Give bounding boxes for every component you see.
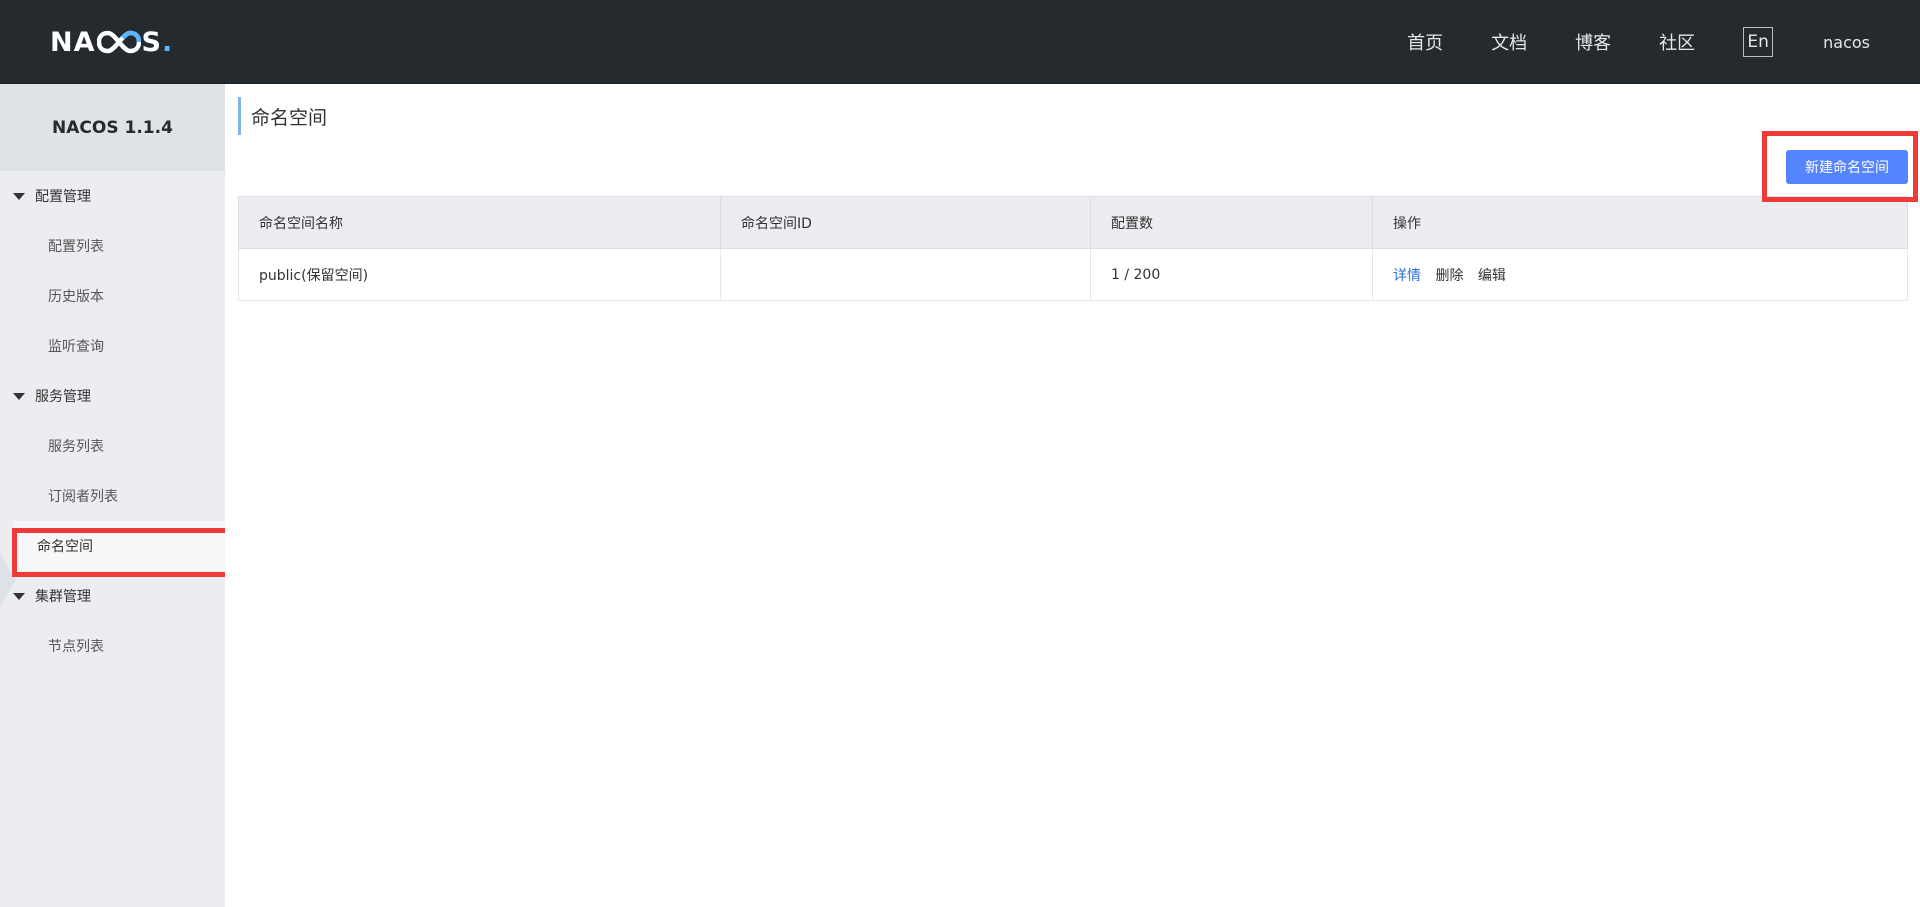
namespace-table: 命名空间名称 命名空间ID 配置数 操作 public(保留空间) 1 / 20… [238, 196, 1908, 301]
sidebar-version-title: NACOS 1.1.4 [0, 84, 225, 171]
language-switch-button[interactable]: En [1743, 27, 1774, 57]
table-row: public(保留空间) 1 / 200 详情 删除 编辑 [238, 248, 1908, 301]
sidebar-group-label: 服务管理 [35, 389, 91, 405]
logo-dot: . [161, 26, 174, 58]
nav-home[interactable]: 首页 [1407, 29, 1443, 55]
logo-text-right: S [141, 26, 162, 58]
sidebar: NACOS 1.1.4 配置管理 配置列表 历史版本 监听查询 服务管理 服务列… [0, 84, 225, 907]
cell-namespace-name: public(保留空间) [238, 248, 721, 301]
edit-link[interactable]: 编辑 [1478, 268, 1506, 284]
nav-docs[interactable]: 文档 [1491, 29, 1527, 55]
top-nav: 首页 文档 博客 社区 En nacos [1407, 0, 1920, 84]
cell-namespace-id [720, 248, 1091, 301]
detail-link[interactable]: 详情 [1393, 268, 1421, 284]
sidebar-item-subscriber-list[interactable]: 订阅者列表 [0, 471, 225, 521]
logo-infinity-icon [96, 30, 141, 54]
nav-community[interactable]: 社区 [1659, 29, 1695, 55]
column-header-id: 命名空间ID [720, 196, 1091, 249]
sidebar-item-config-list[interactable]: 配置列表 [0, 221, 225, 271]
table-header-row: 命名空间名称 命名空间ID 配置数 操作 [238, 196, 1908, 249]
column-header-name: 命名空间名称 [238, 196, 721, 249]
top-header: NA S . 首页 文档 博客 社区 En nacos [0, 0, 1920, 84]
page-title: 命名空间 [238, 97, 327, 135]
sidebar-group-config-management[interactable]: 配置管理 [0, 171, 225, 221]
sidebar-group-cluster-management[interactable]: 集群管理 [0, 571, 225, 621]
highlight-box-namespace-menu [12, 528, 255, 577]
cell-operations: 详情 删除 编辑 [1372, 248, 1908, 301]
delete-link[interactable]: 删除 [1435, 268, 1463, 284]
sidebar-group-service-management[interactable]: 服务管理 [0, 371, 225, 421]
sidebar-item-listener-query[interactable]: 监听查询 [0, 321, 225, 371]
column-header-config-count: 配置数 [1090, 196, 1373, 249]
caret-down-icon [13, 392, 25, 400]
logo-text-left: NA [50, 26, 96, 58]
cell-config-count: 1 / 200 [1090, 248, 1373, 301]
highlight-box-create-button [1762, 131, 1918, 202]
main-content: 命名空间 新建命名空间 命名空间名称 命名空间ID 配置数 操作 public(… [225, 84, 1920, 907]
caret-down-icon [13, 192, 25, 200]
sidebar-item-node-list[interactable]: 节点列表 [0, 621, 225, 671]
sidebar-item-history[interactable]: 历史版本 [0, 271, 225, 321]
user-menu[interactable]: nacos [1823, 33, 1870, 52]
nacos-logo[interactable]: NA S . [50, 24, 173, 60]
sidebar-item-service-list[interactable]: 服务列表 [0, 421, 225, 471]
sidebar-group-label: 配置管理 [35, 189, 91, 205]
sidebar-group-label: 集群管理 [35, 589, 91, 605]
column-header-operations: 操作 [1372, 196, 1908, 249]
nav-blog[interactable]: 博客 [1575, 29, 1611, 55]
